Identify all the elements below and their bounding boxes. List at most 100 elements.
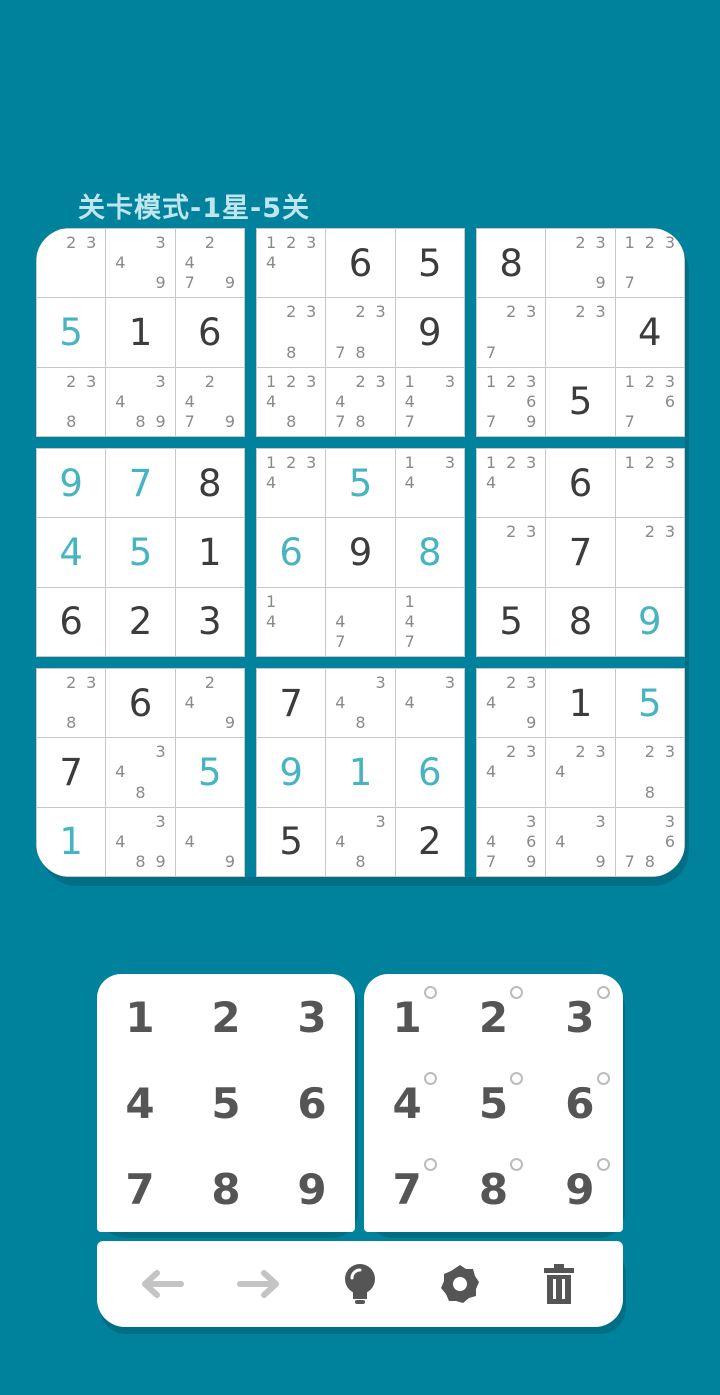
sudoku-cell[interactable]: 1 <box>326 738 395 807</box>
sudoku-cell[interactable]: 1 <box>546 669 615 738</box>
number-key-2[interactable]: 2 <box>183 974 269 1060</box>
sudoku-cell[interactable]: 6 <box>257 518 326 587</box>
note-key-1[interactable]: 1 <box>364 974 450 1060</box>
sudoku-cell[interactable]: 7 <box>37 738 106 807</box>
sudoku-cell[interactable]: 123 4 <box>477 449 546 518</box>
sudoku-cell[interactable]: 3 489 <box>106 807 175 876</box>
sudoku-cell[interactable]: 247 9 <box>175 367 244 436</box>
note-key-8[interactable]: 8 <box>450 1146 536 1232</box>
sudoku-cell[interactable]: 6 <box>37 587 106 656</box>
sudoku-cell[interactable]: 9 <box>257 738 326 807</box>
sudoku-cell[interactable]: 6 <box>175 298 244 367</box>
sudoku-cell[interactable]: 147 <box>395 587 464 656</box>
sudoku-cell[interactable]: 247 9 <box>175 229 244 298</box>
sudoku-cell[interactable]: 5 <box>106 518 175 587</box>
sudoku-cell[interactable]: 1 3 4 <box>395 449 464 518</box>
sudoku-cell[interactable]: 5 <box>546 367 615 436</box>
sudoku-cell[interactable]: 9 <box>395 298 464 367</box>
sudoku-cell[interactable]: 2 <box>395 807 464 876</box>
sudoku-cell[interactable]: 123 4 <box>257 229 326 298</box>
sudoku-cell[interactable]: 6 <box>106 669 175 738</box>
sudoku-cell[interactable]: 5 <box>395 229 464 298</box>
sudoku-cell[interactable]: 14 <box>257 587 326 656</box>
undo-button[interactable] <box>131 1254 191 1314</box>
number-key-3[interactable]: 3 <box>269 974 355 1060</box>
note-key-9[interactable]: 9 <box>537 1146 623 1232</box>
sudoku-cell[interactable]: 7 <box>257 669 326 738</box>
sudoku-cell[interactable]: 1236 7 <box>615 367 684 436</box>
hint-button[interactable] <box>330 1254 390 1314</box>
sudoku-cell[interactable]: 1 <box>175 518 244 587</box>
sudoku-cell[interactable]: 238 <box>37 669 106 738</box>
number-key-7[interactable]: 7 <box>97 1146 183 1232</box>
sudoku-cell[interactable]: 7 <box>106 449 175 518</box>
sudoku-cell[interactable]: 23 7 <box>477 298 546 367</box>
sudoku-cell[interactable]: 1 3 47 <box>395 367 464 436</box>
sudoku-cell[interactable]: 5 <box>257 807 326 876</box>
note-key-5[interactable]: 5 <box>450 1060 536 1146</box>
sudoku-cell[interactable]: 23 478 <box>326 367 395 436</box>
sudoku-cell[interactable]: 36 78 <box>615 807 684 876</box>
sudoku-cell[interactable]: 5 <box>615 669 684 738</box>
sudoku-cell[interactable]: 23 4 <box>546 738 615 807</box>
sudoku-cell[interactable]: 9 <box>326 518 395 587</box>
sudoku-cell[interactable]: 3 <box>175 587 244 656</box>
clear-button[interactable] <box>529 1254 589 1314</box>
sudoku-cell[interactable]: 2 <box>106 587 175 656</box>
number-key-5[interactable]: 5 <box>183 1060 269 1146</box>
sudoku-cell[interactable]: 8 <box>175 449 244 518</box>
sudoku-cell[interactable]: 1 <box>37 807 106 876</box>
sudoku-cell[interactable]: 23 4 9 <box>477 669 546 738</box>
sudoku-cell[interactable]: 3 4 9 <box>106 229 175 298</box>
sudoku-cell[interactable]: 8 <box>395 518 464 587</box>
sudoku-cell[interactable]: 24 9 <box>175 669 244 738</box>
sudoku-cell[interactable]: 9 <box>37 449 106 518</box>
sudoku-cell[interactable]: 23 78 <box>326 298 395 367</box>
sudoku-cell[interactable]: 238 <box>37 367 106 436</box>
sudoku-cell[interactable]: 8 <box>546 587 615 656</box>
sudoku-cell[interactable]: 123 48 <box>257 367 326 436</box>
sudoku-cell[interactable]: 3 489 <box>106 367 175 436</box>
sudoku-cell[interactable]: 8 <box>477 229 546 298</box>
sudoku-cell[interactable]: 3 48 <box>326 669 395 738</box>
sudoku-cell[interactable]: 4 <box>615 298 684 367</box>
sudoku-cell[interactable]: 4 <box>37 518 106 587</box>
sudoku-cell[interactable]: 23 4 <box>477 738 546 807</box>
sudoku-cell[interactable]: 123 7 <box>615 229 684 298</box>
sudoku-cell[interactable]: 49 <box>175 807 244 876</box>
number-key-9[interactable]: 9 <box>269 1146 355 1232</box>
sudoku-cell[interactable]: 47 <box>326 587 395 656</box>
number-key-1[interactable]: 1 <box>97 974 183 1060</box>
sudoku-cell[interactable]: 3 4 9 <box>546 807 615 876</box>
settings-button[interactable] <box>430 1254 490 1314</box>
sudoku-cell[interactable]: 6 <box>546 449 615 518</box>
redo-button[interactable] <box>230 1254 290 1314</box>
sudoku-cell[interactable]: 23 9 <box>546 229 615 298</box>
sudoku-cell[interactable]: 6 <box>395 738 464 807</box>
sudoku-cell[interactable]: 238 <box>615 738 684 807</box>
sudoku-cell[interactable]: 5 <box>477 587 546 656</box>
sudoku-cell[interactable]: 23 <box>615 518 684 587</box>
sudoku-cell[interactable]: 34 <box>395 669 464 738</box>
sudoku-cell[interactable]: 9 <box>615 587 684 656</box>
note-key-3[interactable]: 3 <box>537 974 623 1060</box>
sudoku-cell[interactable]: 3 4 6 7 9 <box>477 807 546 876</box>
sudoku-cell[interactable]: 1 <box>106 298 175 367</box>
sudoku-cell[interactable]: 6 <box>326 229 395 298</box>
sudoku-cell[interactable]: 1236 7 9 <box>477 367 546 436</box>
note-key-2[interactable]: 2 <box>450 974 536 1060</box>
sudoku-cell[interactable]: 123 <box>615 449 684 518</box>
sudoku-cell[interactable]: 5 <box>326 449 395 518</box>
sudoku-cell[interactable]: 23 <box>37 229 106 298</box>
sudoku-cell[interactable]: 123 4 <box>257 449 326 518</box>
note-key-4[interactable]: 4 <box>364 1060 450 1146</box>
sudoku-cell[interactable]: 5 <box>37 298 106 367</box>
sudoku-cell[interactable]: 3 48 <box>106 738 175 807</box>
note-key-7[interactable]: 7 <box>364 1146 450 1232</box>
number-key-8[interactable]: 8 <box>183 1146 269 1232</box>
sudoku-cell[interactable]: 23 <box>477 518 546 587</box>
note-key-6[interactable]: 6 <box>537 1060 623 1146</box>
number-key-6[interactable]: 6 <box>269 1060 355 1146</box>
sudoku-cell[interactable]: 5 <box>175 738 244 807</box>
sudoku-cell[interactable]: 238 <box>257 298 326 367</box>
